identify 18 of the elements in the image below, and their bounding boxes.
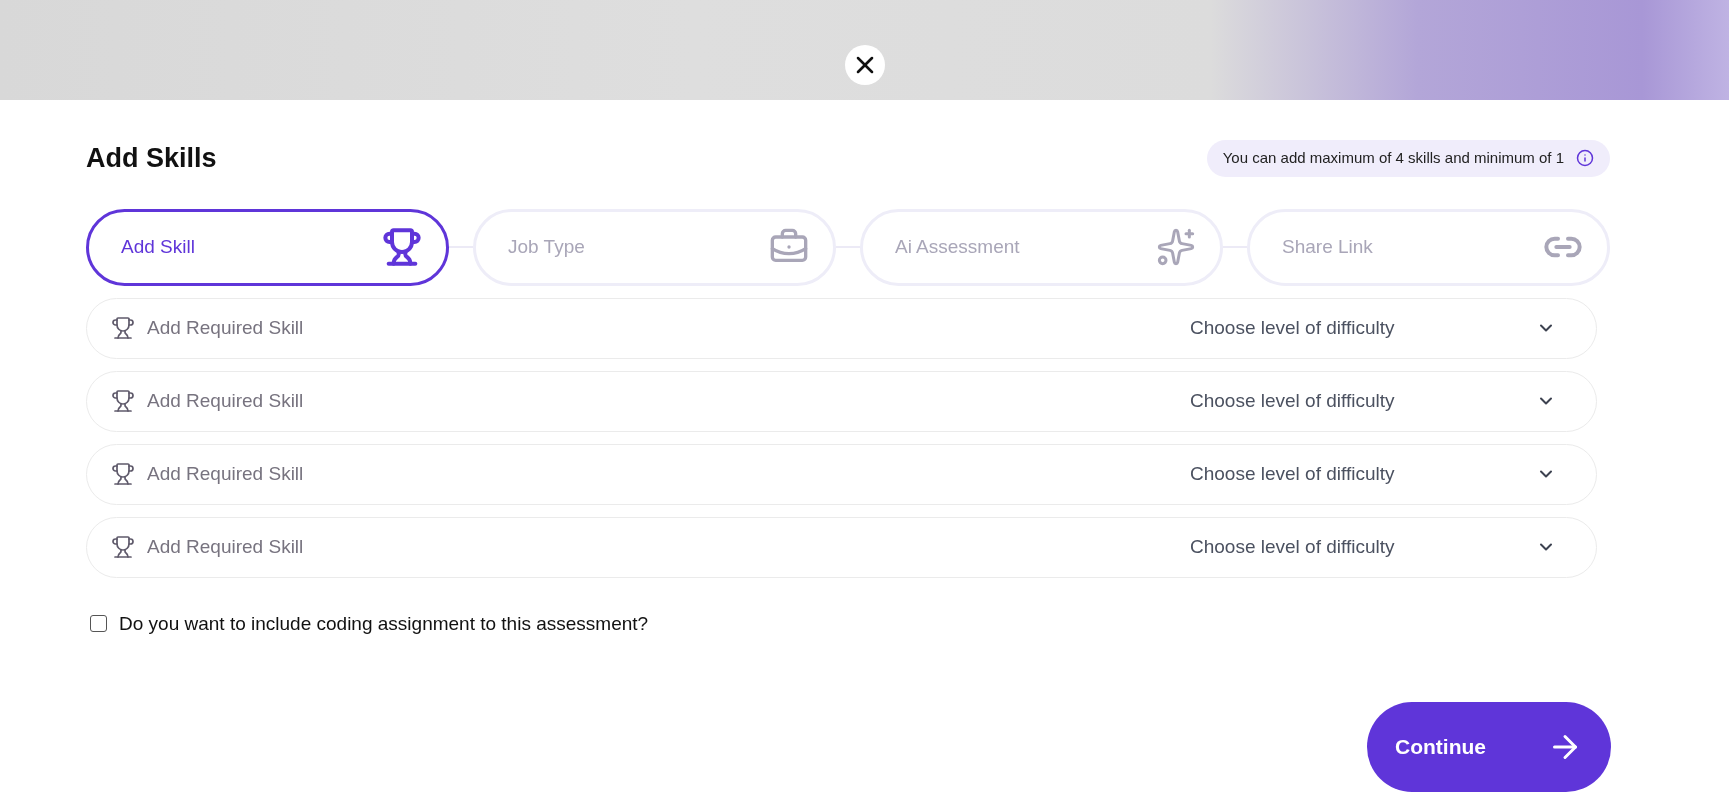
close-button[interactable] — [844, 45, 885, 85]
trophy-icon — [382, 227, 422, 267]
continue-button[interactable]: Continue — [1367, 702, 1611, 792]
info-icon — [1576, 149, 1594, 168]
difficulty-dropdown[interactable]: Choose level of difficulty — [1190, 532, 1556, 562]
notice-text: You can add maximum of 4 skills and minimum of 1 — [1222, 148, 1564, 168]
trophy-icon — [111, 535, 135, 559]
trophy-icon — [111, 389, 135, 413]
difficulty-dropdown[interactable]: Choose level of difficulty — [1190, 459, 1556, 489]
step-tab[interactable]: Add Skill — [86, 208, 449, 286]
checkbox-label: Do you want to include coding assignment to this assessment? — [119, 611, 649, 636]
trophy-icon — [111, 462, 135, 486]
page-title: Add Skills — [86, 142, 217, 175]
difficulty-dropdown[interactable]: Choose level of difficulty — [1190, 313, 1556, 343]
difficulty-dropdown[interactable]: Choose level of difficulty — [1190, 386, 1556, 416]
trophy-icon — [111, 316, 135, 340]
checkbox[interactable] — [90, 615, 107, 633]
sparkles-icon — [1156, 227, 1196, 267]
